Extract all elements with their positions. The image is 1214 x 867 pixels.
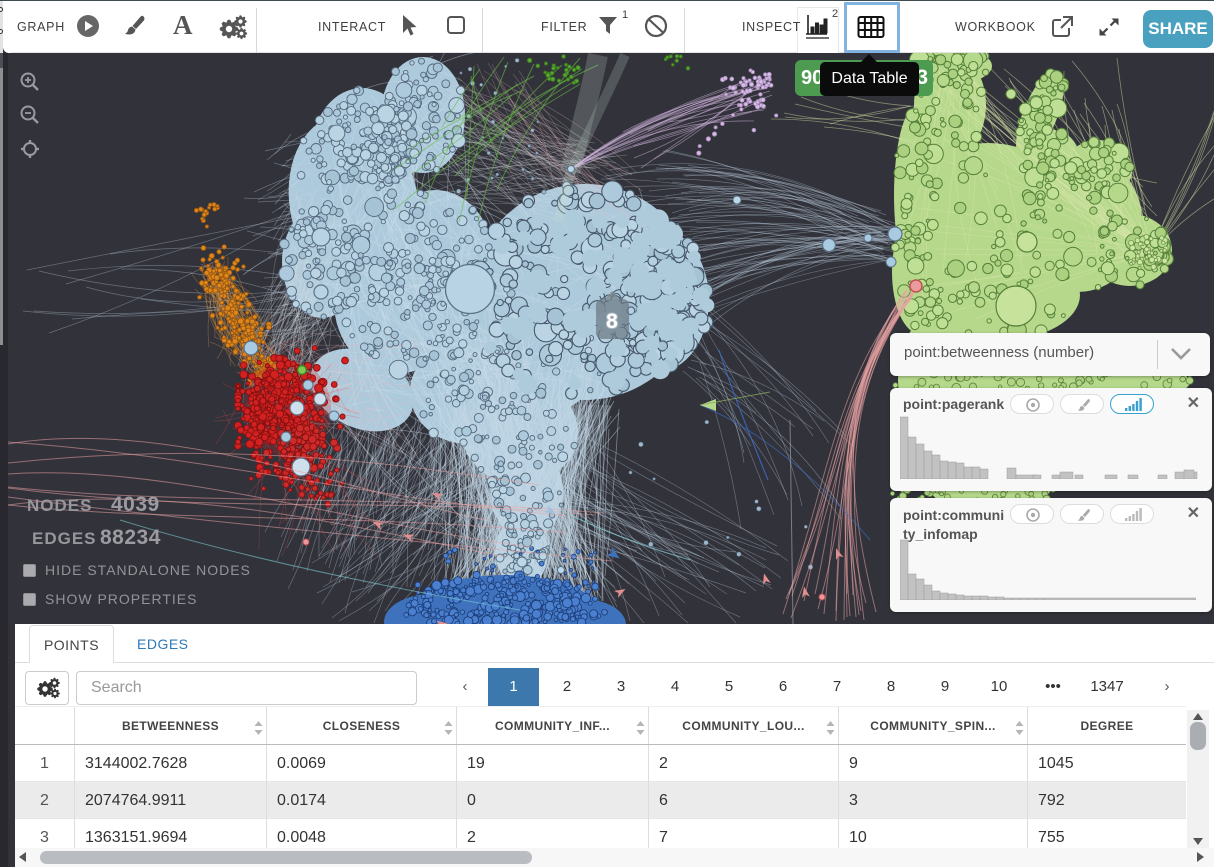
svg-text:8: 8 bbox=[606, 310, 618, 333]
